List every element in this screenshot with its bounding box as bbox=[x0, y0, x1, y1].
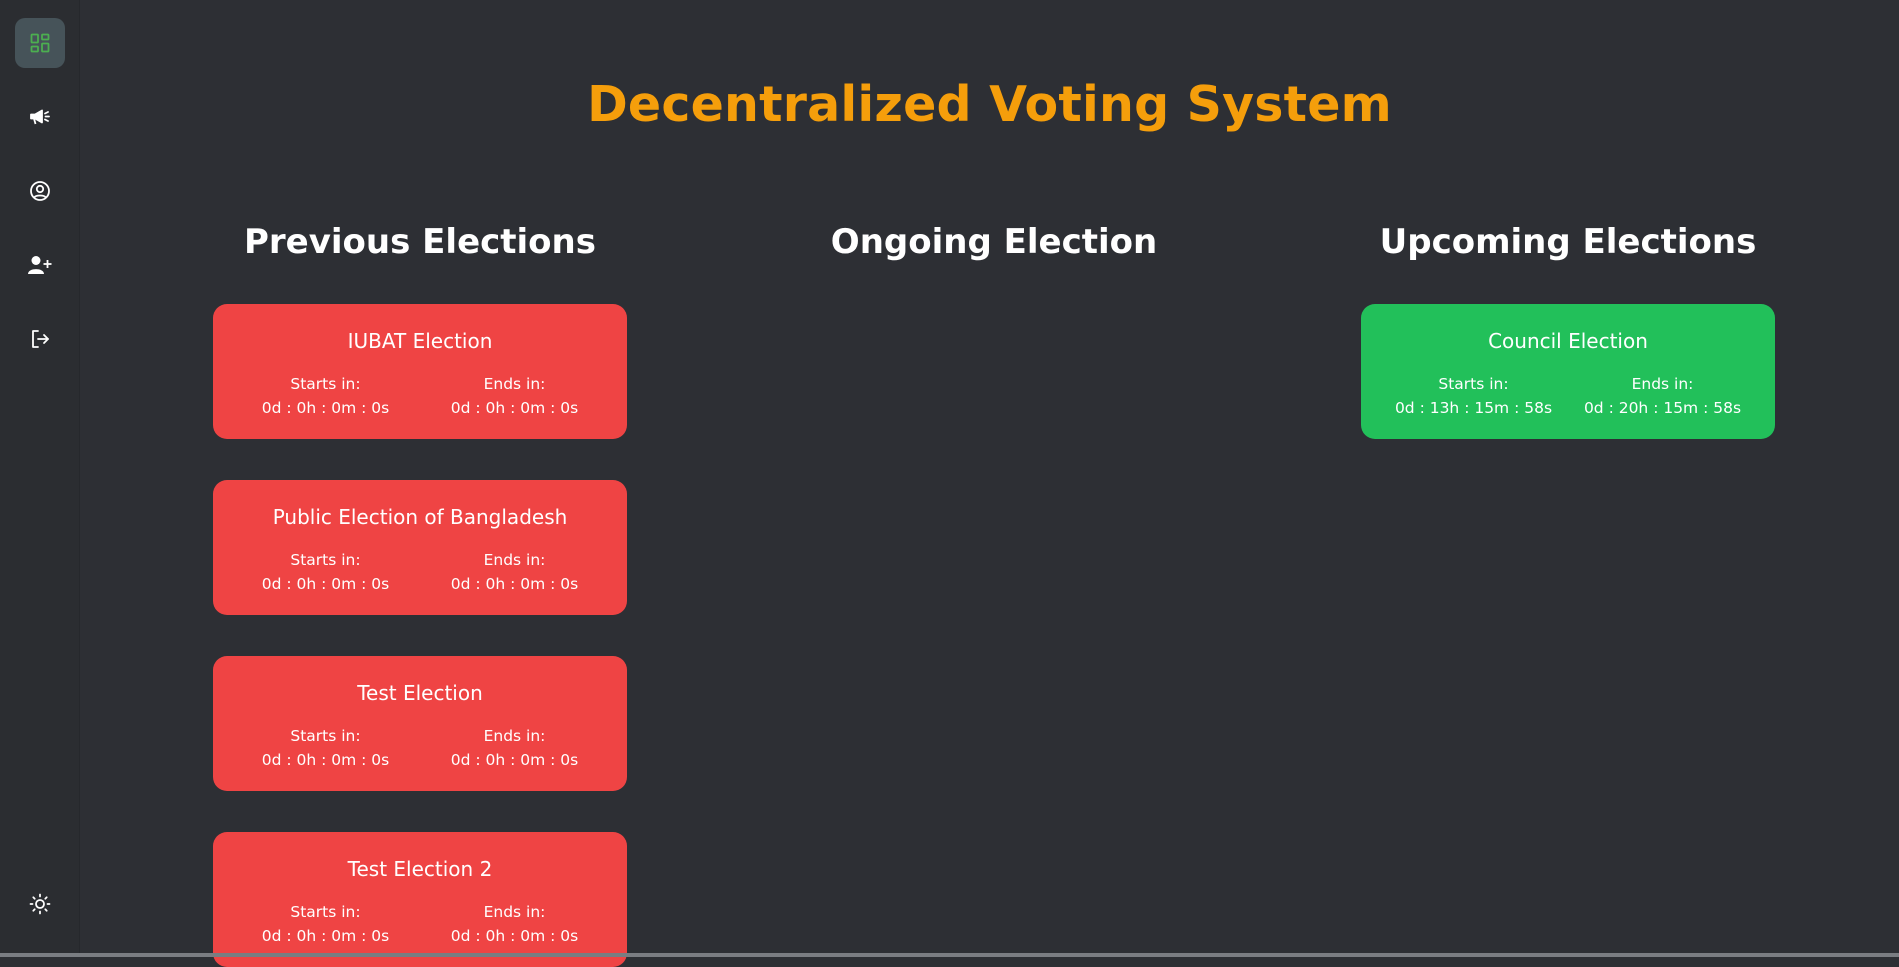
sidebar bbox=[0, 0, 80, 957]
starts-value: 0d : 13h : 15m : 58s bbox=[1394, 399, 1553, 417]
user-plus-icon bbox=[28, 255, 52, 275]
ends-value: 0d : 0h : 0m : 0s bbox=[450, 399, 579, 417]
ends-countdown: Ends in: 0d : 20h : 15m : 58s bbox=[1578, 372, 1748, 420]
ends-countdown: Ends in: 0d : 0h : 0m : 0s bbox=[430, 548, 600, 596]
starts-countdown: Starts in: 0d : 0h : 0m : 0s bbox=[241, 724, 411, 772]
ends-value: 0d : 20h : 15m : 58s bbox=[1583, 399, 1742, 417]
starts-countdown: Starts in: 0d : 0h : 0m : 0s bbox=[241, 548, 411, 596]
election-name: IUBAT Election bbox=[347, 329, 493, 353]
ends-value: 0d : 0h : 0m : 0s bbox=[450, 751, 579, 769]
election-card[interactable]: Test Election Starts in: 0d : 0h : 0m : … bbox=[213, 656, 627, 791]
ends-label: Ends in: bbox=[1631, 375, 1694, 393]
election-name: Public Election of Bangladesh bbox=[272, 505, 568, 529]
sidebar-item-logout[interactable] bbox=[15, 314, 65, 364]
ends-label: Ends in: bbox=[483, 903, 546, 921]
election-card[interactable]: IUBAT Election Starts in: 0d : 0h : 0m :… bbox=[213, 304, 627, 439]
sidebar-item-add-user[interactable] bbox=[15, 240, 65, 290]
ends-label: Ends in: bbox=[483, 551, 546, 569]
election-card[interactable]: Test Election 2 Starts in: 0d : 0h : 0m … bbox=[213, 832, 627, 967]
starts-value: 0d : 0h : 0m : 0s bbox=[261, 927, 390, 945]
election-name: Test Election bbox=[357, 681, 483, 705]
ends-value: 0d : 0h : 0m : 0s bbox=[450, 927, 579, 945]
starts-value: 0d : 0h : 0m : 0s bbox=[261, 575, 390, 593]
election-card[interactable]: Council Election Starts in: 0d : 13h : 1… bbox=[1361, 304, 1775, 439]
previous-elections-heading: Previous Elections bbox=[243, 222, 596, 262]
election-card[interactable]: Public Election of Bangladesh Starts in:… bbox=[213, 480, 627, 615]
starts-countdown: Starts in: 0d : 0h : 0m : 0s bbox=[241, 372, 411, 420]
election-name: Council Election bbox=[1488, 329, 1648, 353]
ends-countdown: Ends in: 0d : 0h : 0m : 0s bbox=[430, 724, 600, 772]
starts-label: Starts in: bbox=[1438, 375, 1509, 393]
starts-label: Starts in: bbox=[290, 551, 361, 569]
ends-label: Ends in: bbox=[483, 375, 546, 393]
starts-label: Starts in: bbox=[290, 727, 361, 745]
ends-countdown: Ends in: 0d : 0h : 0m : 0s bbox=[430, 372, 600, 420]
upcoming-elections-heading: Upcoming Elections bbox=[1379, 222, 1757, 262]
main-content: Decentralized Voting System Previous Ele… bbox=[80, 0, 1899, 967]
ends-value: 0d : 0h : 0m : 0s bbox=[450, 575, 579, 593]
theme-toggle-button[interactable] bbox=[15, 879, 65, 929]
starts-label: Starts in: bbox=[290, 903, 361, 921]
logout-icon bbox=[30, 329, 50, 349]
ends-countdown: Ends in: 0d : 0h : 0m : 0s bbox=[430, 900, 600, 948]
page-title: Decentralized Voting System bbox=[587, 76, 1392, 133]
starts-value: 0d : 0h : 0m : 0s bbox=[261, 399, 390, 417]
starts-value: 0d : 0h : 0m : 0s bbox=[261, 751, 390, 769]
starts-countdown: Starts in: 0d : 0h : 0m : 0s bbox=[241, 900, 411, 948]
ongoing-election-heading: Ongoing Election bbox=[830, 222, 1158, 262]
ends-label: Ends in: bbox=[483, 727, 546, 745]
megaphone-icon bbox=[29, 107, 51, 127]
sidebar-item-dashboard[interactable] bbox=[15, 18, 65, 68]
sidebar-item-profile[interactable] bbox=[15, 166, 65, 216]
starts-label: Starts in: bbox=[290, 375, 361, 393]
user-circle-icon bbox=[29, 180, 51, 202]
dashboard-grid-icon bbox=[30, 33, 50, 53]
election-name: Test Election 2 bbox=[347, 857, 493, 881]
sun-icon bbox=[29, 893, 51, 915]
horizontal-scrollbar[interactable] bbox=[0, 953, 1899, 957]
sidebar-item-announcements[interactable] bbox=[15, 92, 65, 142]
starts-countdown: Starts in: 0d : 13h : 15m : 58s bbox=[1389, 372, 1559, 420]
